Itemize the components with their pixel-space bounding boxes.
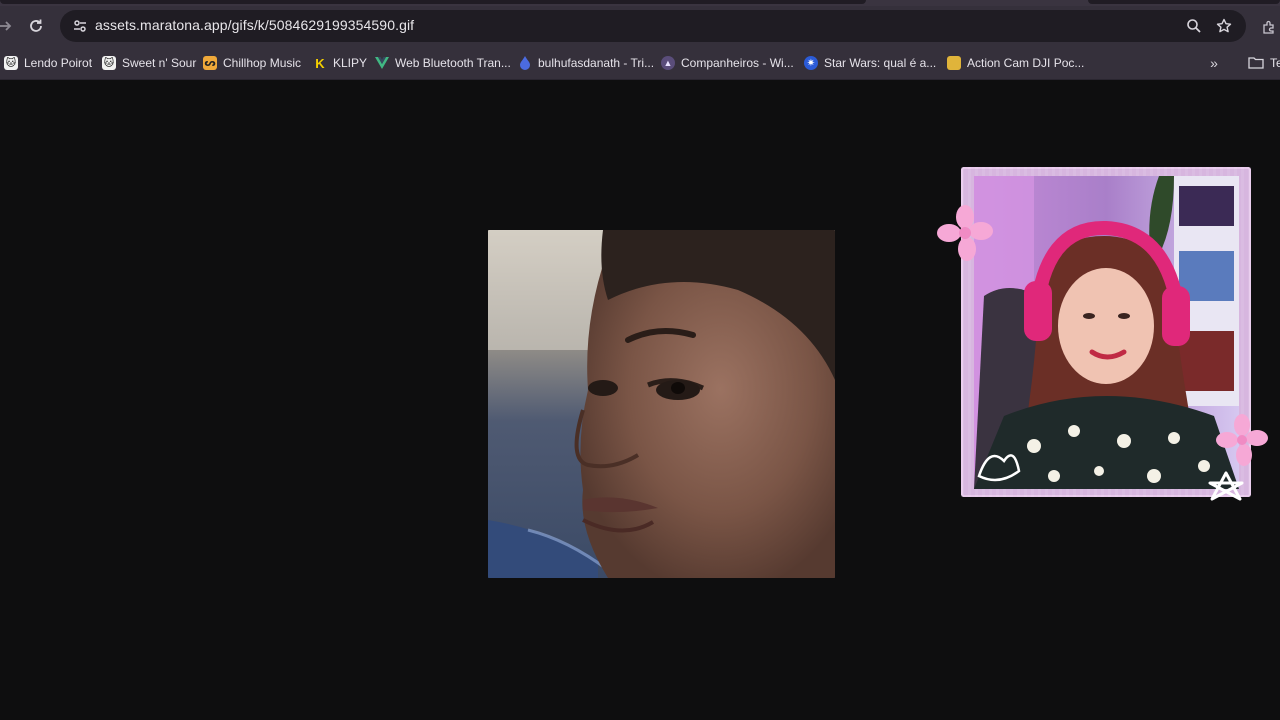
zoom-button[interactable]	[1182, 14, 1206, 38]
flower-sticker	[1216, 414, 1268, 466]
url-text[interactable]: assets.maratona.app/gifs/k/5084629199354…	[95, 17, 414, 33]
star-doodle	[1208, 471, 1244, 501]
bookmark-item[interactable]: 🐱 Lendo Poirot	[4, 53, 92, 73]
bookmark-label: Star Wars: qual é a...	[824, 56, 937, 70]
wiki-icon: ▲	[661, 56, 675, 70]
puzzle-icon	[1263, 20, 1274, 34]
gear-icon: ✷	[804, 56, 818, 70]
tune-icon	[74, 20, 86, 32]
forward-button[interactable]	[0, 12, 19, 40]
bookmark-item[interactable]: Web Bluetooth Tran...	[375, 53, 511, 73]
chillhop-icon: ᔕ	[203, 56, 217, 70]
cat-icon: 🐱	[102, 56, 116, 70]
webcam-feed	[974, 176, 1239, 489]
bookmark-item[interactable]: ᔕ Chillhop Music	[203, 53, 301, 73]
browser-toolbar: assets.maratona.app/gifs/k/5084629199354…	[0, 6, 1280, 46]
bookmark-item[interactable]: Action Cam DJI Poc...	[947, 53, 1084, 73]
bookmark-item[interactable]: ✷ Star Wars: qual é a...	[804, 53, 936, 73]
vue-icon	[375, 56, 389, 70]
reload-icon	[30, 19, 42, 32]
gif-image	[488, 230, 835, 578]
bookmark-item[interactable]: ▲ Companheiros - Wi...	[661, 53, 794, 73]
extensions-button[interactable]	[1258, 16, 1280, 38]
reload-button[interactable]	[22, 12, 50, 40]
bookmark-item[interactable]: 🐱 Sweet n' Sour	[102, 53, 196, 73]
star-icon	[1216, 18, 1232, 33]
bookmarks-bar: 🐱 Lendo Poirot 🐱 Sweet n' Sour ᔕ Chillho…	[0, 46, 1280, 80]
bookmark-label: Chillhop Music	[223, 56, 302, 70]
zoom-icon	[1187, 19, 1201, 33]
bookmark-label: Web Bluetooth Tran...	[395, 56, 511, 70]
address-bar[interactable]: assets.maratona.app/gifs/k/5084629199354…	[60, 10, 1246, 42]
klipy-icon: K	[315, 55, 325, 71]
droplet-icon	[518, 56, 532, 70]
chevron-double-right-icon: »	[1210, 55, 1218, 71]
bookmark-label: Companheiros - Wi...	[681, 56, 794, 70]
folder-yellow-icon	[947, 56, 961, 70]
folder-icon	[1248, 57, 1264, 69]
site-info-button[interactable]	[68, 14, 92, 38]
tab-edge	[1088, 0, 1280, 4]
bookmark-label: Lendo Poirot	[24, 56, 93, 70]
bookmark-item[interactable]: bulhufasdanath - Tri...	[518, 53, 654, 73]
bookmark-label: Sweet n' Sour	[122, 56, 197, 70]
cat-icon: 🐱	[4, 56, 18, 70]
bookmark-folder[interactable]: Te	[1248, 53, 1280, 73]
bookmark-star-button[interactable]	[1212, 14, 1236, 38]
bookmark-label: Action Cam DJI Poc...	[967, 56, 1085, 70]
tab-active-edge	[0, 0, 866, 4]
bookmark-label: bulhufasdanath - Tri...	[538, 56, 655, 70]
flower-sticker	[937, 205, 993, 261]
bookmark-folder-label: Te	[1270, 56, 1280, 70]
page-content	[0, 81, 1280, 720]
bookmark-item[interactable]: K KLIPY	[313, 53, 367, 73]
arrow-right-icon	[0, 21, 12, 31]
more-bookmarks-button[interactable]: »	[1204, 53, 1224, 73]
bookmark-label: KLIPY	[333, 56, 368, 70]
